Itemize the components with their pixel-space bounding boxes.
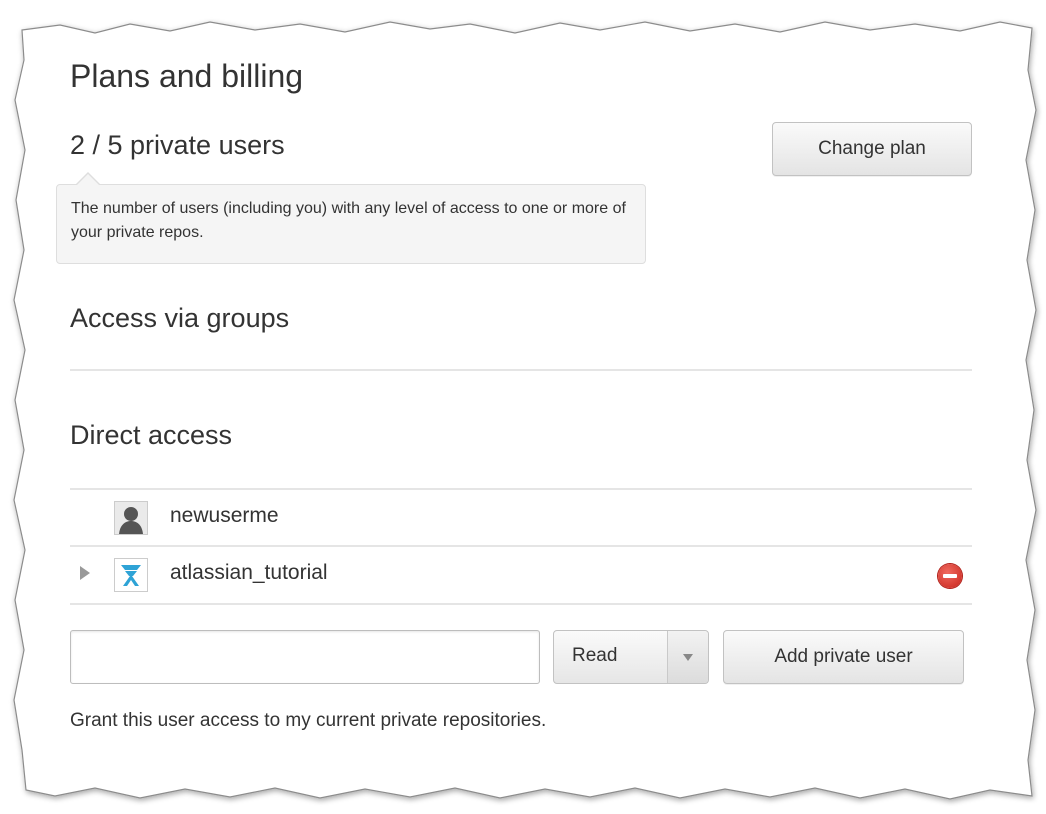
person-avatar-icon bbox=[114, 501, 148, 535]
change-plan-button[interactable]: Change plan bbox=[772, 122, 972, 176]
divider bbox=[70, 603, 972, 605]
atlassian-logo-icon bbox=[114, 558, 148, 592]
divider bbox=[70, 369, 972, 371]
private-user-input[interactable] bbox=[70, 630, 540, 684]
remove-user-icon[interactable] bbox=[938, 564, 962, 588]
plans-billing-panel: Plans and billing 2 / 5 private users Ch… bbox=[0, 0, 1046, 814]
add-private-user-button[interactable]: Add private user bbox=[723, 630, 964, 684]
access-via-groups-heading: Access via groups bbox=[70, 303, 290, 333]
permission-select[interactable]: Read bbox=[553, 630, 709, 684]
username[interactable]: atlassian_tutorial bbox=[170, 561, 328, 585]
user-row-atlassian-tutorial: atlassian_tutorial bbox=[70, 547, 972, 603]
dropdown-toggle[interactable] bbox=[667, 631, 708, 683]
user-count-tooltip: The number of users (including you) with… bbox=[56, 184, 646, 264]
private-user-count: 2 / 5 private users bbox=[70, 130, 285, 160]
tooltip-arrow-fill bbox=[77, 174, 99, 185]
permission-value: Read bbox=[572, 645, 618, 666]
grant-access-help-text: Grant this user access to my current pri… bbox=[70, 710, 547, 731]
direct-access-heading: Direct access bbox=[70, 420, 233, 450]
username[interactable]: newuserme bbox=[170, 504, 279, 528]
chevron-down-icon bbox=[683, 654, 693, 661]
expand-arrow-icon[interactable] bbox=[80, 566, 90, 580]
page-title: Plans and billing bbox=[70, 58, 304, 94]
user-row-newuserme: newuserme bbox=[70, 490, 972, 546]
